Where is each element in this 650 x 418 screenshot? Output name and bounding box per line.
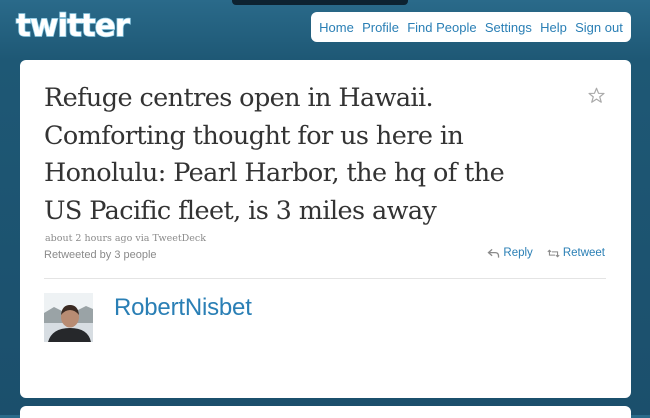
- divider: [44, 278, 606, 279]
- nav-find-people[interactable]: Find People: [407, 20, 476, 35]
- next-card-edge: [20, 406, 631, 418]
- top-nav: Home Profile Find People Settings Help S…: [311, 12, 631, 42]
- tweet-line: Refuge centres open in Hawaii.: [44, 83, 434, 113]
- client-link[interactable]: TweetDeck: [152, 233, 206, 244]
- tweet-line: Comforting thought for us here in: [44, 120, 464, 151]
- top-edge-tab: [232, 0, 408, 5]
- retweeted-by-link[interactable]: Retweeted by 3 people: [44, 249, 157, 261]
- tweet-card: Refuge centres open in Hawaii. Comfortin…: [20, 60, 631, 398]
- logo-text: twitter: [16, 8, 131, 44]
- nav-help[interactable]: Help: [540, 20, 567, 35]
- retweet-label: Retweet: [562, 247, 605, 259]
- retweet-button[interactable]: Retweet: [547, 247, 605, 259]
- tweet-text: Refuge centres open in Hawaii. Comfortin…: [44, 80, 574, 230]
- tweet-meta: about 2 hours ago via TweetDeck: [45, 233, 206, 244]
- tweet-line: Honolulu: Pearl Harbor, the hq of the: [44, 158, 505, 188]
- tweet-line: US Pacific fleet, is 3 miles away: [44, 195, 437, 226]
- nav-settings[interactable]: Settings: [485, 20, 532, 35]
- nav-profile[interactable]: Profile: [362, 20, 399, 35]
- star-icon[interactable]: [588, 87, 605, 104]
- avatar[interactable]: [44, 293, 93, 342]
- reply-arrow-icon: [487, 248, 500, 258]
- twitter-logo[interactable]: twitter: [14, 6, 146, 44]
- tweet-actions: Reply Retweet: [487, 247, 605, 259]
- nav-home[interactable]: Home: [319, 20, 354, 35]
- via-label: via: [135, 233, 150, 244]
- reply-label: Reply: [503, 247, 533, 259]
- author-username[interactable]: RobertNisbet: [114, 294, 252, 322]
- timestamp-link[interactable]: about 2 hours ago: [45, 233, 132, 244]
- reply-button[interactable]: Reply: [487, 247, 533, 259]
- nav-sign-out[interactable]: Sign out: [575, 20, 623, 35]
- retweet-icon: [547, 249, 560, 257]
